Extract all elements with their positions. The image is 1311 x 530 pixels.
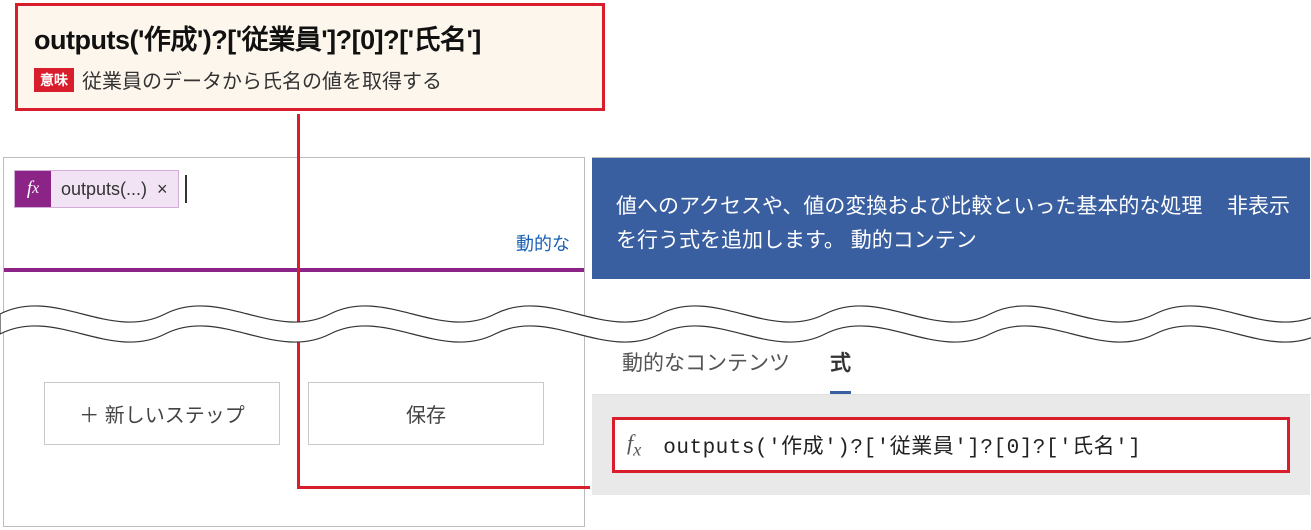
- callout-expression: outputs('作成')?['従業員']?[0]?['氏名']: [34, 18, 586, 57]
- explanation-callout: outputs('作成')?['従業員']?[0]?['氏名'] 意味 従業員の…: [15, 3, 605, 111]
- tab-dynamic-content[interactable]: 動的なコンテンツ: [622, 347, 790, 394]
- tab-expression[interactable]: 式: [830, 347, 851, 394]
- remove-token-icon[interactable]: ×: [155, 179, 178, 200]
- expression-input-row[interactable]: fx outputs(...) ×: [4, 158, 584, 220]
- fx-icon: fx: [627, 430, 641, 460]
- expression-token[interactable]: fx outputs(...) ×: [14, 170, 179, 208]
- expression-code: outputs('作成')?['従業員']?[0]?['氏名']: [663, 430, 1141, 460]
- panel-help-text: 値へのアクセスや、値の変換および比較といった基本的な処理を行う式を追加します。 …: [616, 190, 1207, 257]
- flow-editor-card: fx outputs(...) × 動的な ＋ 新しいステップ 保存: [3, 157, 585, 527]
- expression-editor-area: fx outputs('作成')?['従業員']?[0]?['氏名']: [592, 395, 1310, 495]
- card-accent-bar: [4, 268, 584, 272]
- fx-icon: fx: [15, 171, 51, 207]
- dynamic-link-text: 動的な: [516, 234, 570, 254]
- hide-panel-link[interactable]: 非表示: [1227, 190, 1290, 224]
- new-step-button[interactable]: ＋ 新しいステップ: [44, 382, 280, 445]
- meaning-badge: 意味: [34, 68, 74, 92]
- panel-help-header: 値へのアクセスや、値の変換および比較といった基本的な処理を行う式を追加します。 …: [592, 158, 1310, 279]
- save-button[interactable]: 保存: [308, 382, 544, 445]
- panel-tabs: 動的なコンテンツ 式: [592, 327, 1310, 395]
- connector-line-vertical: [297, 114, 300, 489]
- token-label: outputs(...): [51, 179, 155, 200]
- expression-input[interactable]: fx outputs('作成')?['従業員']?[0]?['氏名']: [612, 417, 1290, 473]
- step-buttons: ＋ 新しいステップ 保存: [4, 342, 584, 445]
- meaning-text: 従業員のデータから氏名の値を取得する: [82, 65, 442, 94]
- add-dynamic-content-link[interactable]: 動的な: [4, 220, 584, 266]
- connector-line-horizontal: [297, 486, 590, 489]
- dynamic-content-panel: 値へのアクセスや、値の変換および比較といった基本的な処理を行う式を追加します。 …: [592, 157, 1310, 529]
- callout-meaning-row: 意味 従業員のデータから氏名の値を取得する: [34, 65, 586, 94]
- text-caret: [185, 175, 187, 203]
